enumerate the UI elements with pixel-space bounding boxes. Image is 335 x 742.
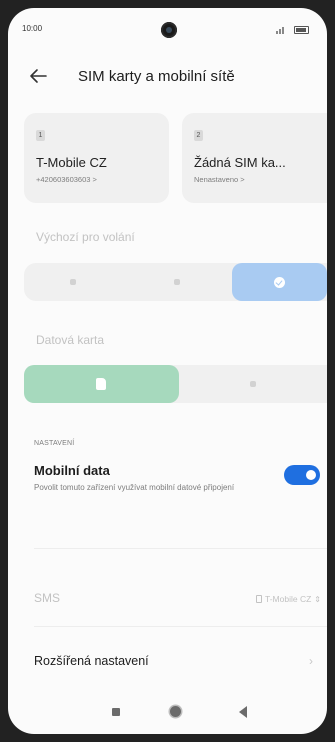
advanced-settings-item[interactable]: Rozšířená nastavení [34,654,149,668]
page-title: SIM karty a mobilní sítě [78,68,235,85]
phone-frame: 10:00 SIM karty a mobilní sítě 1 T-Mobil… [0,0,335,742]
sim-slot-2-badge: 2 [194,130,203,141]
sim-card-1[interactable]: 1 T-Mobile CZ +420603603603 > [24,113,169,203]
calls-option-sim1[interactable] [24,263,119,301]
divider [34,548,327,549]
chevron-updown-icon: ⇕ [314,594,321,604]
mobile-data-title: Mobilní data [34,463,110,478]
calls-option-ask[interactable] [232,263,327,301]
title-bar: SIM karty a mobilní sítě [8,62,327,90]
battery-icon [294,26,309,34]
sim-slot-1-badge: 1 [36,130,45,141]
data-option-sim2[interactable] [184,365,324,403]
sms-selector[interactable]: T-Mobile CZ ⇕ [256,594,321,604]
nav-back-icon[interactable] [239,706,247,718]
default-calls-label: Výchozí pro volání [36,230,135,244]
chevron-right-icon: › [309,654,313,668]
mobile-data-description: Povolit tomuto zařízení využívat mobilní… [34,483,235,492]
settings-heading: NASTAVENÍ [34,440,75,447]
data-option-sim1[interactable] [24,365,179,403]
status-bar: 10:00 [8,22,327,42]
sms-label: SMS [34,591,61,605]
calls-option-sim2[interactable] [128,263,223,301]
sim2-mini-icon [174,279,180,285]
default-calls-selector [24,263,327,301]
signal-icon [276,27,284,34]
mobile-data-toggle[interactable] [284,465,320,485]
sim-card-icon [96,378,106,390]
sim-1-number: +420603603603 > [36,175,97,184]
sim-card-2[interactable]: 2 Žádná SIM ka... Nenastaveno > [182,113,327,203]
recent-apps-icon[interactable] [112,708,120,716]
status-time: 10:00 [22,24,43,33]
sim-1-name: T-Mobile CZ [36,155,107,170]
status-icons [276,26,309,34]
check-icon [274,277,285,288]
navigation-bar [8,694,327,734]
sms-value: T-Mobile CZ [265,594,312,604]
sim-card-icon [256,595,262,603]
divider [34,626,327,627]
data-card-label: Datová karta [36,333,105,347]
sim-2-name: Žádná SIM ka... [194,155,286,170]
back-arrow-icon[interactable] [28,67,48,85]
sim1-mini-icon [70,279,76,285]
toggle-knob [306,470,316,480]
sim-2-status: Nenastaveno > [194,175,245,184]
sim2-mini-icon [250,381,256,387]
screen: 10:00 SIM karty a mobilní sítě 1 T-Mobil… [8,8,327,734]
front-camera-icon [161,22,177,38]
home-icon[interactable] [170,706,181,717]
data-card-selector [24,365,327,403]
